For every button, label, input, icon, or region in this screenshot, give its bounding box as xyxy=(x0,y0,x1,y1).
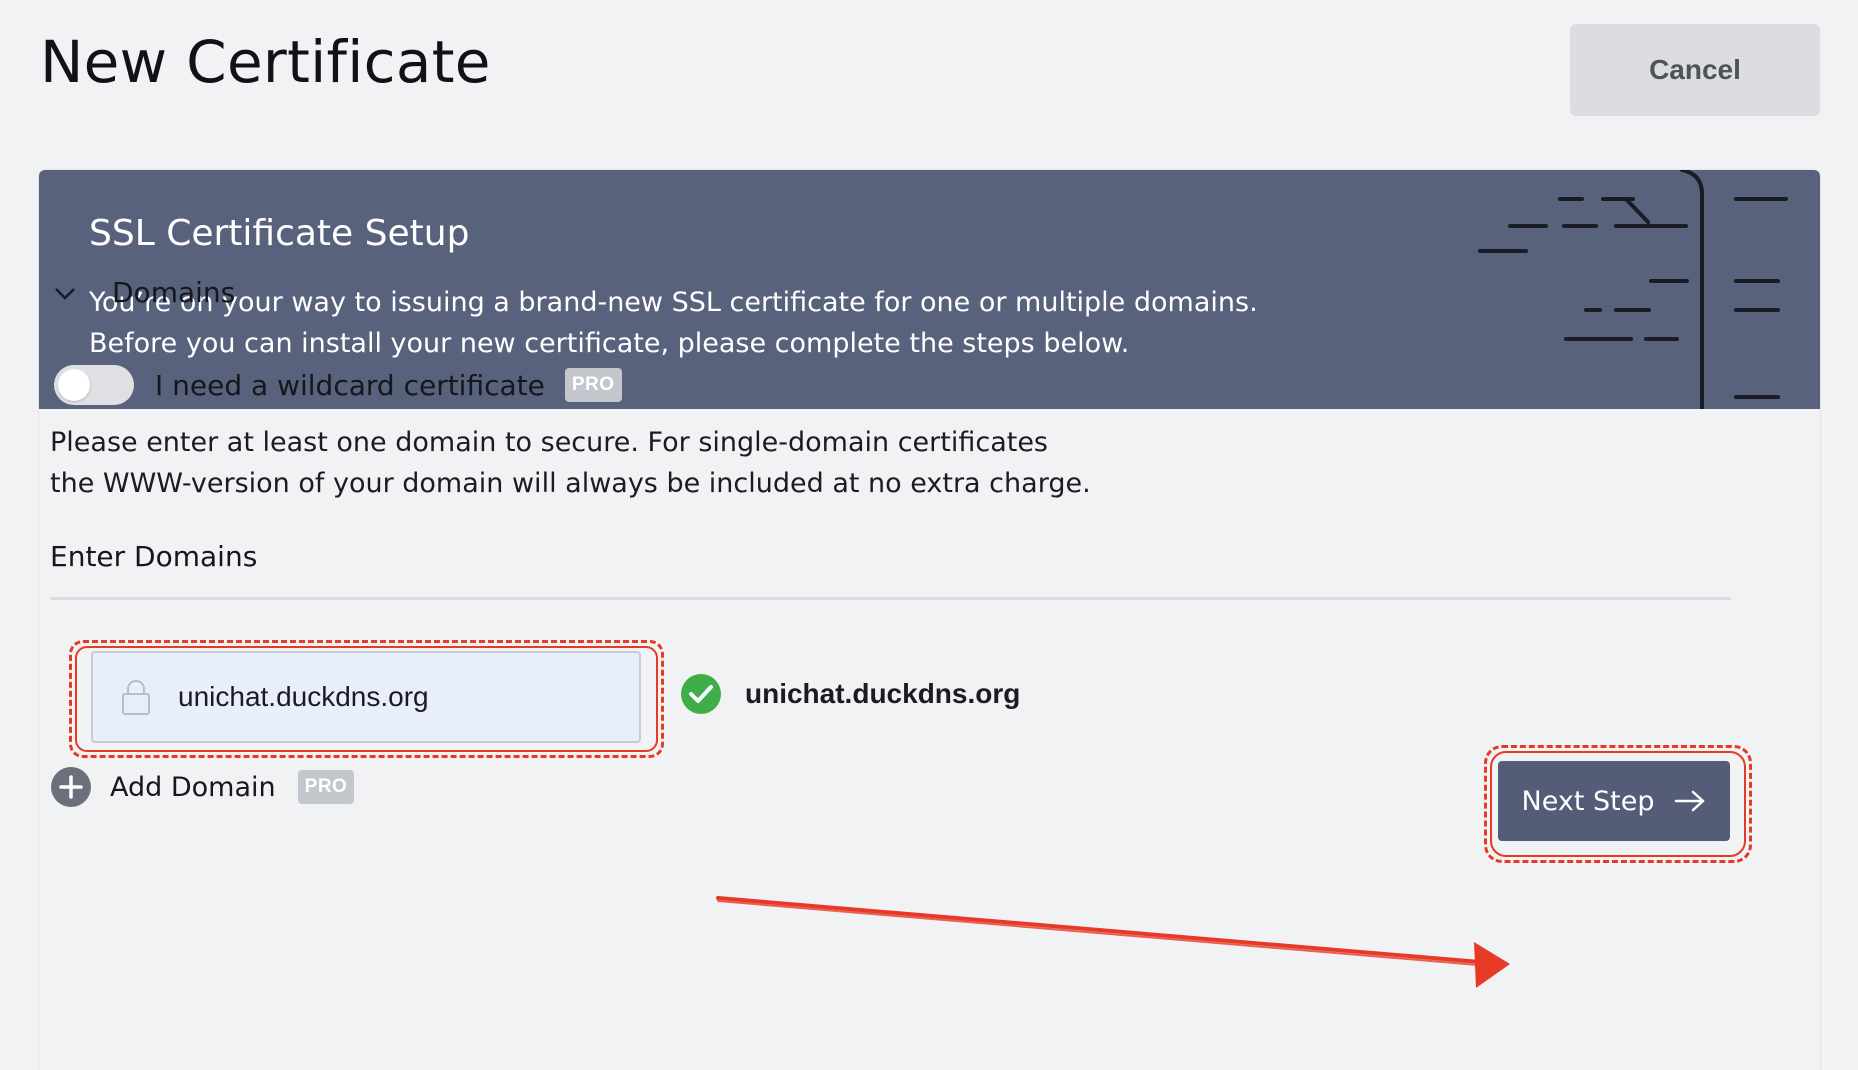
domains-section-title: Domains xyxy=(112,276,236,309)
page-title: New Certificate xyxy=(40,28,491,96)
divider xyxy=(50,597,1731,600)
domain-input-field[interactable] xyxy=(91,651,641,743)
validated-domain-row: unichat.duckdns.org xyxy=(680,673,1020,715)
check-circle-icon xyxy=(681,674,721,714)
page: New Certificate Cancel SSL Certificate S… xyxy=(0,0,1858,1070)
next-step-button[interactable]: Next Step xyxy=(1498,761,1730,841)
next-step-label: Next Step xyxy=(1521,785,1655,817)
banner-description-line2: Before you can install your new certific… xyxy=(89,328,1130,359)
domains-help-text: Please enter at least one domain to secu… xyxy=(50,422,1150,504)
banner-description: You’re on your way to issuing a brand-ne… xyxy=(89,282,1389,364)
help-line2: the WWW-version of your domain will alwa… xyxy=(50,468,1091,499)
banner-description-line1: You’re on your way to issuing a brand-ne… xyxy=(89,287,1258,318)
add-domain-row: Add Domain PRO xyxy=(50,766,355,808)
banner-title: SSL Certificate Setup xyxy=(89,213,470,254)
banner-decoration xyxy=(1478,170,1788,409)
lock-icon xyxy=(122,680,150,715)
domains-section-toggle[interactable]: Domains xyxy=(50,276,235,309)
plus-circle-icon[interactable] xyxy=(50,766,92,808)
enter-domains-heading: Enter Domains xyxy=(50,540,258,573)
pro-badge: PRO xyxy=(564,368,622,402)
wildcard-toggle[interactable] xyxy=(54,365,134,405)
help-line1: Please enter at least one domain to secu… xyxy=(50,427,1048,458)
domain-input[interactable] xyxy=(178,681,598,713)
add-domain-link[interactable]: Add Domain xyxy=(110,772,276,803)
wildcard-label: I need a wildcard certificate xyxy=(155,368,545,402)
cancel-button[interactable]: Cancel xyxy=(1570,24,1820,116)
chevron-down-icon xyxy=(55,287,75,300)
pro-badge: PRO xyxy=(297,770,355,804)
toggle-knob xyxy=(58,369,90,401)
certificate-card: SSL Certificate Setup You’re on your way… xyxy=(39,170,1820,1070)
validated-domain: unichat.duckdns.org xyxy=(745,678,1021,709)
arrow-right-icon xyxy=(1675,790,1705,812)
wildcard-row: I need a wildcard certificate PRO xyxy=(54,365,622,405)
